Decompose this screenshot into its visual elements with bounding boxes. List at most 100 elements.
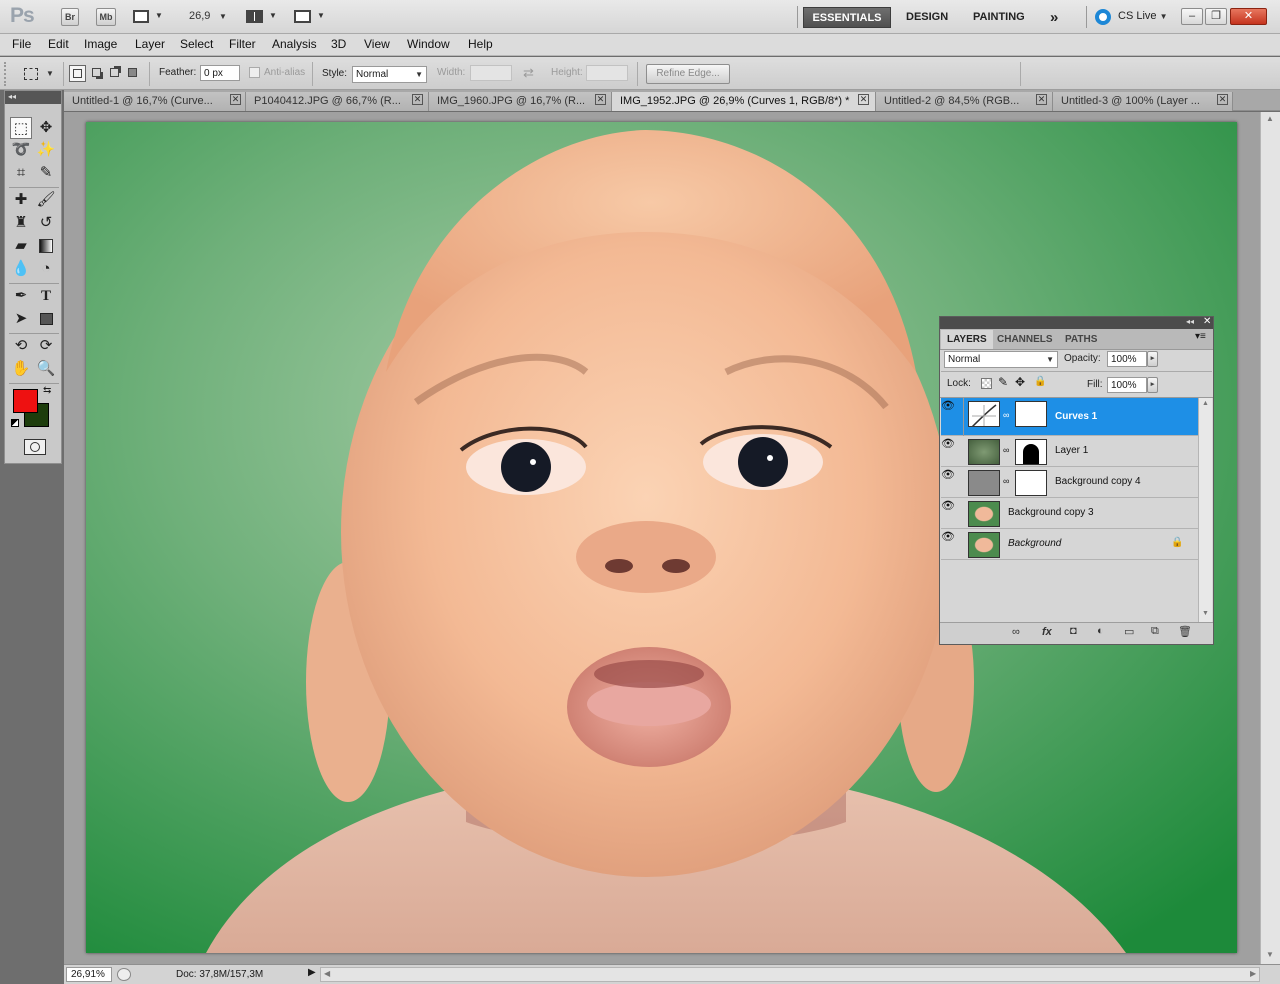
- layer-style-icon[interactable]: fx: [1042, 626, 1052, 638]
- document-tab[interactable]: P1040412.JPG @ 66,7% (R...: [246, 92, 429, 111]
- refine-edge-button[interactable]: Refine Edge...: [646, 64, 730, 84]
- scroll-down-icon[interactable]: ▼: [1202, 610, 1209, 617]
- menu-window[interactable]: Window: [407, 37, 450, 51]
- path-selection-tool[interactable]: ➤: [10, 308, 32, 330]
- close-tab-icon[interactable]: ✕: [858, 94, 869, 105]
- lock-transparent-icon[interactable]: [981, 378, 992, 389]
- layer-mask-thumbnail[interactable]: [1015, 439, 1047, 465]
- toolbox-header[interactable]: ◂◂: [5, 91, 61, 104]
- menu-edit[interactable]: Edit: [48, 37, 69, 51]
- tab-paths[interactable]: PATHS: [1059, 330, 1103, 349]
- scroll-up-icon[interactable]: ▲: [1202, 400, 1209, 407]
- height-input[interactable]: [586, 65, 628, 81]
- zoom-percentage-field[interactable]: 26,91%: [66, 967, 112, 982]
- layer-row-layer-1[interactable]: 👁 ∞ Layer 1: [941, 436, 1198, 467]
- clone-stamp-tool[interactable]: ♜: [10, 212, 32, 234]
- layer-mask-thumbnail[interactable]: [1015, 401, 1047, 427]
- default-colors-icon[interactable]: [11, 419, 19, 427]
- feather-input[interactable]: 0 px: [200, 65, 240, 81]
- swap-dimensions-icon[interactable]: ⇄: [523, 65, 534, 81]
- subtract-from-selection-button[interactable]: [107, 65, 124, 82]
- menu-3d[interactable]: 3D: [331, 37, 346, 51]
- dodge-tool[interactable]: ◔: [35, 258, 57, 280]
- restore-button[interactable]: ❐: [1205, 8, 1227, 25]
- move-tool[interactable]: ✥: [35, 117, 57, 139]
- vertical-scrollbar[interactable]: ▲ ▼: [1260, 112, 1280, 964]
- link-icon[interactable]: ∞: [1003, 476, 1009, 486]
- eye-icon[interactable]: 👁: [941, 400, 955, 412]
- rectangular-marquee-tool[interactable]: ⬚: [10, 117, 32, 139]
- eraser-tool[interactable]: ▰: [10, 235, 32, 257]
- scroll-up-icon[interactable]: ▲: [1266, 114, 1274, 123]
- layer-row-background-copy-4[interactable]: 👁 ∞ Background copy 4: [941, 467, 1198, 498]
- menu-file[interactable]: File: [12, 37, 31, 51]
- arrange-documents-button[interactable]: ▼: [245, 8, 279, 26]
- lock-position-icon[interactable]: ✥: [1015, 375, 1025, 389]
- quick-mask-button[interactable]: [24, 439, 46, 455]
- foreground-color-swatch[interactable]: [13, 389, 38, 413]
- link-icon[interactable]: ∞: [1003, 445, 1009, 455]
- link-layers-icon[interactable]: ∞: [1012, 626, 1020, 638]
- layer-mask-thumbnail[interactable]: [1015, 470, 1047, 496]
- 3d-rotate-tool[interactable]: ⟲: [10, 335, 32, 357]
- anti-alias-checkbox[interactable]: [249, 67, 260, 78]
- close-tab-icon[interactable]: ✕: [412, 94, 423, 105]
- adjustment-layer-icon[interactable]: ◐: [1097, 625, 1104, 637]
- lock-pixels-icon[interactable]: ✎: [998, 375, 1008, 389]
- add-to-selection-button[interactable]: [89, 65, 106, 82]
- collapse-panel-icon[interactable]: ◂◂: [1186, 317, 1194, 326]
- blur-tool[interactable]: 💧: [10, 258, 32, 280]
- crop-tool[interactable]: ⌗: [10, 162, 32, 184]
- eyedropper-tool[interactable]: ✎: [35, 162, 57, 184]
- workspace-design[interactable]: DESIGN: [898, 7, 956, 28]
- layer-row-background[interactable]: 👁 Background 🔒: [941, 529, 1198, 560]
- hand-tool[interactable]: ✋: [10, 358, 32, 380]
- document-tab[interactable]: IMG_1960.JPG @ 16,7% (R...: [429, 92, 612, 111]
- menu-image[interactable]: Image: [84, 37, 117, 51]
- menu-layer[interactable]: Layer: [135, 37, 165, 51]
- new-layer-icon[interactable]: ⧉: [1151, 625, 1159, 638]
- lock-all-icon[interactable]: 🔒: [1034, 376, 1046, 387]
- new-group-icon[interactable]: ▭: [1124, 625, 1134, 638]
- blend-mode-dropdown[interactable]: Normal ▼: [944, 351, 1058, 368]
- menu-help[interactable]: Help: [468, 37, 493, 51]
- zoom-level-dropdown[interactable]: 26,9 ▼: [181, 7, 231, 27]
- menu-analysis[interactable]: Analysis: [272, 37, 317, 51]
- layer-row-curves-1[interactable]: 👁 ∞ Curves 1: [941, 398, 1198, 436]
- opacity-input[interactable]: 100%: [1107, 351, 1147, 367]
- document-tab[interactable]: Untitled-2 @ 84,5% (RGB...: [876, 92, 1053, 111]
- new-selection-button[interactable]: [69, 65, 86, 82]
- menu-select[interactable]: Select: [180, 37, 213, 51]
- eye-icon[interactable]: 👁: [941, 500, 955, 512]
- close-panel-icon[interactable]: ✕: [1203, 316, 1211, 327]
- mini-bridge-button[interactable]: Mb: [96, 8, 116, 26]
- link-icon[interactable]: ∞: [1003, 410, 1009, 420]
- trash-icon[interactable]: 🗑: [1178, 625, 1192, 638]
- horizontal-scrollbar[interactable]: [320, 967, 1260, 982]
- fill-slider-button[interactable]: ▸: [1147, 377, 1158, 393]
- eye-icon[interactable]: 👁: [941, 469, 955, 481]
- screen-mode-button[interactable]: ▼: [293, 8, 327, 26]
- workspace-painting[interactable]: PAINTING: [965, 7, 1033, 28]
- history-brush-tool[interactable]: ↺: [35, 212, 57, 234]
- intersect-selection-button[interactable]: [125, 65, 142, 82]
- opacity-slider-button[interactable]: ▸: [1147, 351, 1158, 367]
- scroll-right-icon[interactable]: ▶: [1250, 969, 1256, 978]
- style-dropdown[interactable]: Normal ▼: [352, 66, 427, 83]
- panel-menu-icon[interactable]: ▾≡: [1195, 331, 1206, 342]
- tool-preset-picker[interactable]: ▼: [18, 65, 60, 83]
- zoom-tool[interactable]: 🔍: [35, 358, 57, 380]
- type-tool[interactable]: T: [35, 285, 57, 307]
- rectangle-tool[interactable]: [35, 308, 57, 330]
- width-input[interactable]: [470, 65, 512, 81]
- minimize-button[interactable]: –: [1181, 8, 1203, 25]
- 3d-orbit-tool[interactable]: ⟳: [35, 335, 57, 357]
- menu-view[interactable]: View: [364, 37, 390, 51]
- swap-colors-icon[interactable]: ⇆: [43, 385, 51, 396]
- menu-filter[interactable]: Filter: [229, 37, 256, 51]
- document-tab-active[interactable]: IMG_1952.JPG @ 26,9% (Curves 1, RGB/8*) …: [612, 92, 876, 111]
- workspace-essentials[interactable]: ESSENTIALS: [803, 7, 891, 28]
- fill-input[interactable]: 100%: [1107, 377, 1147, 393]
- close-tab-icon[interactable]: ✕: [1217, 94, 1228, 105]
- layer-row-background-copy-3[interactable]: 👁 Background copy 3: [941, 498, 1198, 529]
